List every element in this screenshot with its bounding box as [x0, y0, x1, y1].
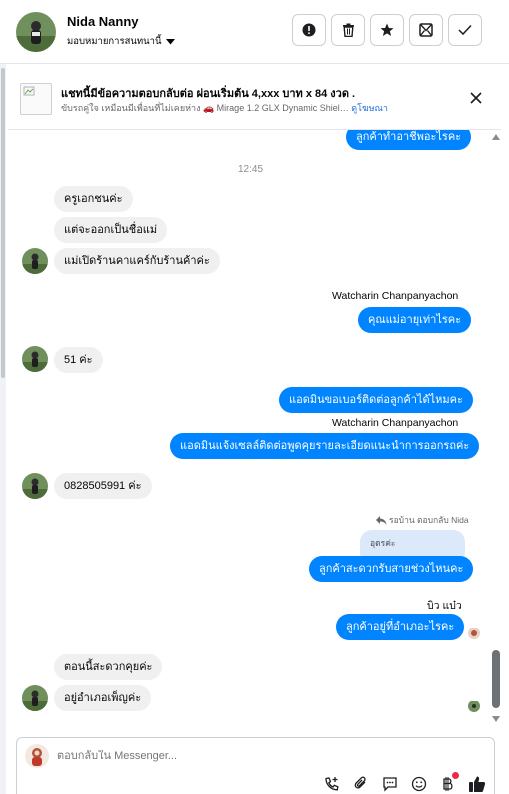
- saved-reply-button[interactable]: [380, 774, 400, 794]
- ad-description: ขับรถคู่ใจ เหมือนมีเพื่อนที่ไม่เคยห่าง 🚗…: [61, 103, 349, 113]
- close-icon[interactable]: [468, 90, 484, 106]
- message-outgoing[interactable]: คุณแม่อายุเท่าไรคะ: [358, 307, 472, 333]
- contact-avatar-small: [22, 685, 48, 711]
- seen-avatar: [468, 700, 480, 712]
- like-button[interactable]: [467, 774, 487, 794]
- message-incoming[interactable]: ครูเอกชนค่ะ: [54, 186, 133, 212]
- assign-conversation-dropdown[interactable]: มอบหมายการสนทนานี้: [67, 34, 175, 49]
- ad-subtitle: ขับรถคู่ใจ เหมือนมีเพื่อนที่ไม่เคยห่าง 🚗…: [61, 101, 388, 115]
- message-outgoing[interactable]: ลูกค้าทำอาชีพอะไรคะ: [346, 130, 472, 150]
- message-outgoing[interactable]: แอดมินแจ้งเซลล์ติดต่อพูดคุยรายละเอียดแนะ…: [170, 433, 480, 459]
- timestamp-divider: 12:45: [237, 164, 264, 175]
- delete-button[interactable]: [331, 14, 365, 46]
- message-outgoing[interactable]: ลูกค้าอยู่ที่อำเภอะไรคะ: [336, 614, 465, 640]
- attachment-icon: [354, 776, 366, 789]
- notification-dot: [452, 772, 459, 779]
- scroll-up-arrow-icon[interactable]: [492, 134, 500, 140]
- message-thread[interactable]: ลูกค้าทำอาชีพอะไรคะ 12:45 ครูเอกชนค่ะ แต…: [8, 130, 501, 728]
- scroll-down-arrow-icon[interactable]: [492, 716, 500, 722]
- sender-name: Watcharin Chanpanyachon: [332, 417, 459, 429]
- reply-header-text: รอบ้าน ตอบกลับ Nida: [389, 515, 469, 525]
- check-icon: [458, 24, 472, 36]
- caret-down-icon: [165, 38, 175, 44]
- reply-arrow-icon: [376, 515, 387, 525]
- read-receipt-avatar: [468, 627, 480, 639]
- like-icon: [469, 776, 486, 792]
- message-outgoing[interactable]: แอดมินขอเบอร์ติดต่อลูกค้าได้ไหมคะ: [279, 387, 473, 413]
- contact-avatar-small: [22, 248, 48, 274]
- trash-icon: [342, 23, 354, 37]
- call-add-button[interactable]: [322, 774, 342, 794]
- conversation-header: Nida Nanny มอบหมายการสนทนานี้: [0, 0, 509, 64]
- alert-icon: [302, 23, 316, 37]
- mark-unread-button[interactable]: [409, 14, 443, 46]
- attachment-button[interactable]: [351, 774, 371, 794]
- page-avatar: [25, 744, 49, 768]
- report-button[interactable]: [292, 14, 326, 46]
- sender-name: Watcharin Chanpanyachon: [332, 290, 459, 302]
- payment-button[interactable]: [438, 772, 459, 794]
- window-scrollbar[interactable]: [0, 0, 6, 794]
- payment-icon: [443, 777, 453, 791]
- mark-unread-icon: [419, 23, 433, 37]
- assign-label: มอบหมายการสนทนานี้: [67, 36, 162, 47]
- message-composer: [16, 737, 495, 794]
- sender-name: บิว แบ๋ว: [427, 600, 462, 612]
- message-incoming[interactable]: ตอนนี้สะดวกคุยค่ะ: [54, 654, 163, 680]
- window-scrollbar-thumb[interactable]: [1, 68, 5, 378]
- contact-name[interactable]: Nida Nanny: [67, 14, 139, 29]
- message-incoming[interactable]: 51 ค่ะ: [54, 347, 103, 373]
- contact-avatar-small: [22, 346, 48, 372]
- call-add-icon: [325, 777, 339, 791]
- message-incoming[interactable]: แต่จะออกเป็นชื่อแม่: [54, 217, 168, 243]
- reply-header: รอบ้าน ตอบกลับ Nida: [376, 513, 469, 527]
- message-incoming[interactable]: 0828505991 ค่ะ: [54, 473, 152, 499]
- ad-title: แชทนี้มีข้อความตอบกลับต่อ ผ่อนเริ่มต้น 4…: [61, 88, 356, 100]
- mark-done-button[interactable]: [448, 14, 482, 46]
- message-incoming[interactable]: แม่เปิดร้านคาแคร์กับร้านค้าค่ะ: [54, 248, 220, 274]
- emoji-button[interactable]: [409, 774, 429, 794]
- ad-context-banner: แชทนี้มีข้อความตอบกลับต่อ ผ่อนเริ่มต้น 4…: [8, 68, 501, 130]
- thread-scrollbar-thumb[interactable]: [492, 650, 500, 708]
- star-button[interactable]: [370, 14, 404, 46]
- star-icon: [380, 23, 394, 36]
- reply-input[interactable]: [57, 750, 357, 762]
- emoji-icon: [411, 776, 427, 792]
- contact-avatar-small: [22, 473, 48, 499]
- view-ad-link[interactable]: ดูโฆษณา: [351, 103, 388, 113]
- saved-reply-icon: [383, 777, 397, 792]
- contact-avatar[interactable]: [16, 12, 56, 52]
- message-outgoing[interactable]: ลูกค้าสะดวกรับสายช่วงไหนคะ: [309, 556, 474, 582]
- ad-thumbnail: [20, 83, 52, 115]
- message-incoming[interactable]: อยู่อำเภอเพ็ญค่ะ: [54, 685, 152, 711]
